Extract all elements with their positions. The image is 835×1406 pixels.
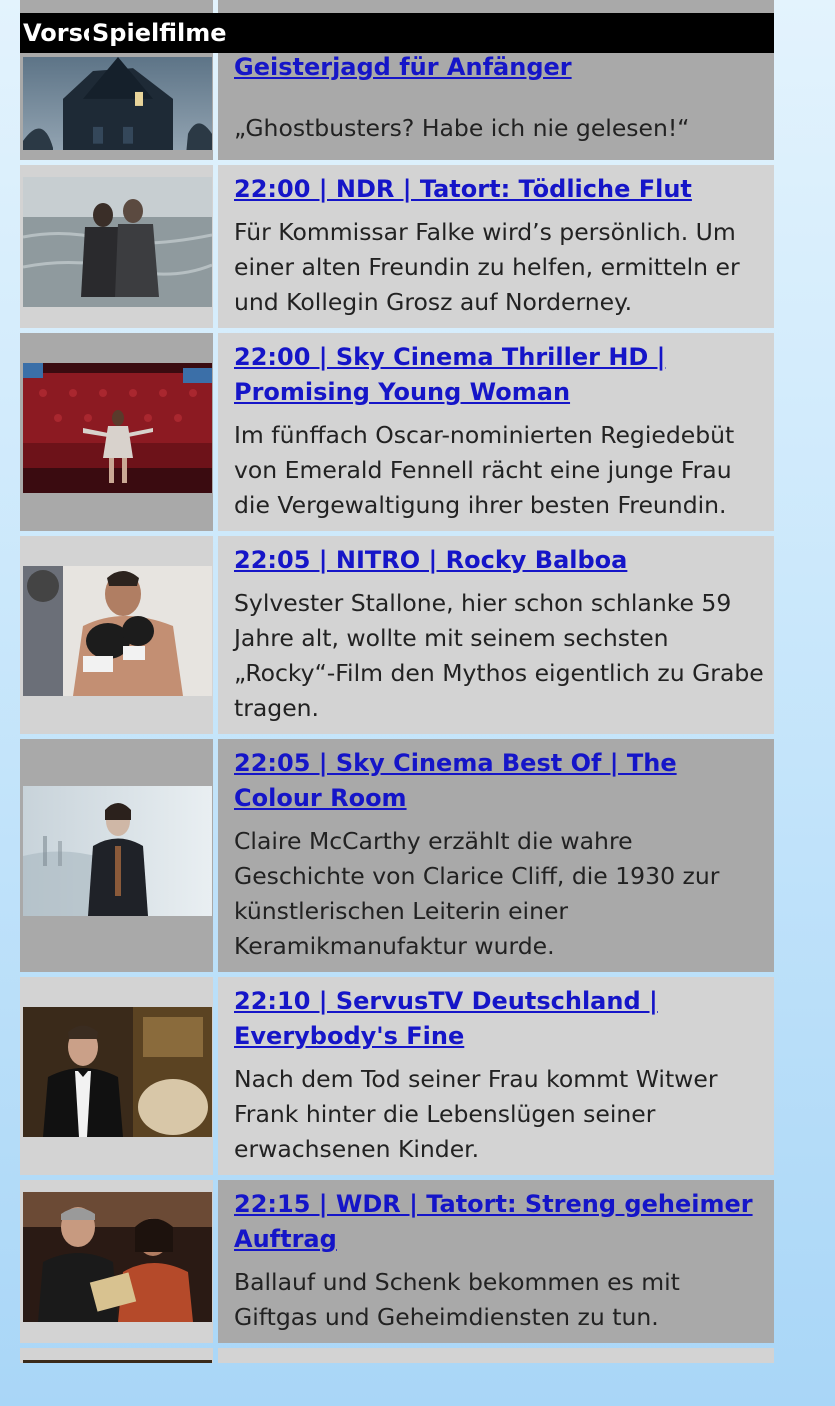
program-title-link[interactable]: 22:15 | WDR | Tatort: Streng geheimer Au…: [234, 1187, 766, 1257]
partial-thumbnail-image: [23, 1360, 212, 1363]
thumbnail-cell: [20, 1180, 213, 1343]
thumbnail-cell: [20, 739, 213, 972]
program-description: „Ghostbusters? Habe ich nie gelesen!“: [234, 114, 690, 142]
tab-vorschau[interactable]: Vorschau: [20, 13, 147, 53]
thumbnail-cell: [20, 1348, 213, 1363]
program-row: 22:00 | NDR | Tatort: Tödliche Flut Für …: [20, 165, 774, 328]
couple-at-sea-image[interactable]: [23, 177, 212, 307]
program-description: Claire McCarthy erzählt die wahre Geschi…: [234, 827, 720, 960]
man-in-tuxedo-image[interactable]: [23, 1007, 212, 1137]
program-list: Geisterjagd für Anfänger „Ghostbusters? …: [20, 0, 774, 1363]
top-tab-bar: Vorschau Spielfilme: [20, 13, 774, 55]
program-description: Im fünffach Oscar-nominierten Regiedebüt…: [234, 421, 735, 519]
program-title-link[interactable]: 22:05 | NITRO | Rocky Balboa: [234, 543, 766, 578]
haunted-house-image[interactable]: [23, 57, 212, 150]
program-description: Nach dem Tod seiner Frau kommt Witwer Fr…: [234, 1065, 718, 1163]
program-description: Für Kommissar Falke wird’s persönlich. U…: [234, 218, 740, 316]
detectives-image[interactable]: [23, 1192, 212, 1322]
text-cell: 22:05 | NITRO | Rocky Balboa Sylvester S…: [218, 536, 774, 734]
boxer-image[interactable]: [23, 566, 212, 696]
program-row: 22:05 | NITRO | Rocky Balboa Sylvester S…: [20, 536, 774, 734]
program-title-link[interactable]: 22:10 | ServusTV Deutschland | Everybody…: [234, 984, 766, 1054]
thumbnail-cell: [20, 536, 213, 734]
program-title-link[interactable]: 22:00 | Sky Cinema Thriller HD | Promisi…: [234, 340, 766, 410]
program-title-link[interactable]: 22:05 | Sky Cinema Best Of | The Colour …: [234, 746, 766, 816]
program-description: Sylvester Stallone, hier schon schlanke …: [234, 589, 764, 722]
red-sofa-image[interactable]: [23, 363, 212, 493]
thumbnail-cell: [20, 977, 213, 1175]
program-row-partial: [20, 1348, 774, 1363]
text-cell: 22:00 | Sky Cinema Thriller HD | Promisi…: [218, 333, 774, 531]
program-description: Ballauf und Schenk bekommen es mit Giftg…: [234, 1268, 680, 1331]
text-cell: [218, 1348, 774, 1363]
program-row: 22:10 | ServusTV Deutschland | Everybody…: [20, 977, 774, 1175]
thumbnail-cell: [20, 165, 213, 328]
text-cell: 22:15 | WDR | Tatort: Streng geheimer Au…: [218, 1180, 774, 1343]
thumbnail-cell: [20, 333, 213, 531]
text-cell: 22:10 | ServusTV Deutschland | Everybody…: [218, 977, 774, 1175]
tab-spielfilme[interactable]: Spielfilme: [89, 13, 276, 53]
program-row: 22:05 | Sky Cinema Best Of | The Colour …: [20, 739, 774, 972]
program-row: 22:15 | WDR | Tatort: Streng geheimer Au…: [20, 1180, 774, 1343]
tab-blank[interactable]: [276, 13, 774, 53]
program-row: 22:00 | Sky Cinema Thriller HD | Promisi…: [20, 333, 774, 531]
program-title-link[interactable]: Geisterjagd für Anfänger: [234, 50, 766, 85]
text-cell: 22:00 | NDR | Tatort: Tödliche Flut Für …: [218, 165, 774, 328]
page: Vorschau Spielfilme Geisterjagd für Anfä…: [0, 0, 835, 1406]
program-title-link[interactable]: 22:00 | NDR | Tatort: Tödliche Flut: [234, 172, 766, 207]
woman-in-fog-image[interactable]: [23, 786, 212, 916]
text-cell: 22:05 | Sky Cinema Best Of | The Colour …: [218, 739, 774, 972]
